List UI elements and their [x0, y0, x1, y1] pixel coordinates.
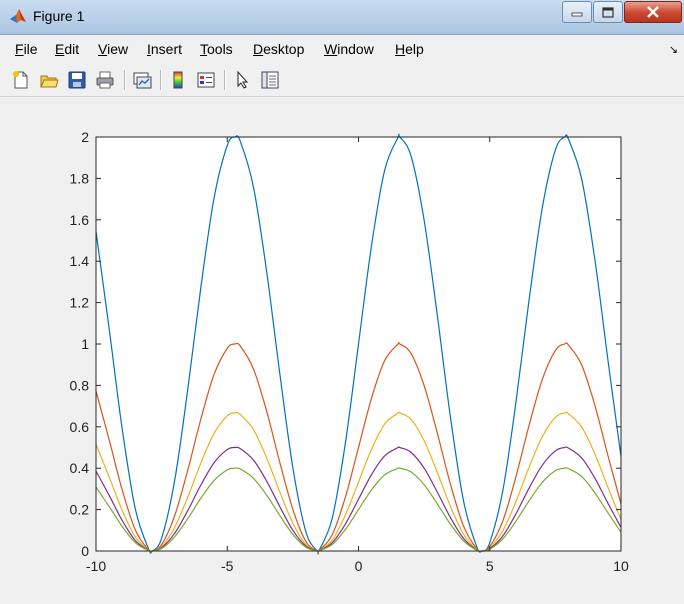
link-plot-icon[interactable]: [131, 69, 153, 91]
menu-desktop[interactable]: Desktop: [253, 41, 304, 57]
window-titlebar: Figure 1: [0, 0, 684, 35]
toolbar-separator: [124, 70, 126, 90]
maximize-icon: [602, 6, 614, 18]
property-inspector-icon[interactable]: [259, 69, 281, 91]
insert-colorbar-icon[interactable]: [167, 69, 189, 91]
matlab-logo-icon: [10, 9, 26, 23]
pointer-icon[interactable]: [231, 69, 253, 91]
figure-area: -10 -5 0 5 10 0 0.2 0.4 0.6 0.8 1 1.2 1.4 1.6 1.8 2: [0, 97, 684, 604]
figure-toolbar: [0, 64, 684, 97]
toolbar-separator: [160, 70, 162, 90]
toolbar-separator: [224, 70, 226, 90]
window-title: Figure 1: [33, 8, 85, 24]
dock-figure-icon[interactable]: ↘: [669, 43, 678, 56]
y-tick-label: 1.8: [70, 170, 90, 186]
close-icon: [647, 6, 659, 18]
x-tick-label: 0: [355, 558, 363, 574]
open-file-icon[interactable]: [38, 69, 60, 91]
y-tick-label: 2: [81, 129, 89, 145]
minimize-button[interactable]: [562, 1, 592, 23]
menu-window[interactable]: Window: [324, 41, 374, 57]
new-figure-icon[interactable]: [10, 69, 32, 91]
x-tick-label: 5: [486, 558, 494, 574]
close-button[interactable]: [624, 1, 682, 23]
y-tick-label: 0: [81, 543, 89, 559]
menu-tools[interactable]: Tools: [200, 41, 233, 57]
menu-insert[interactable]: Insert: [147, 41, 182, 57]
y-tick-label: 0.2: [70, 502, 90, 518]
menu-edit[interactable]: Edit: [55, 41, 79, 57]
y-tick-label: 0.6: [70, 419, 90, 435]
y-tick-label: 0.8: [70, 377, 90, 393]
y-tick-label: 1.6: [70, 212, 90, 228]
line-chart[interactable]: -10 -5 0 5 10 0 0.2 0.4 0.6 0.8 1 1.2 1.4 1.6 1.8 2: [0, 97, 684, 604]
save-icon[interactable]: [66, 69, 88, 91]
y-tick-label: 1: [81, 336, 89, 352]
menu-file[interactable]: File: [15, 41, 38, 57]
menu-help[interactable]: Help: [395, 41, 424, 57]
y-tick-label: 1.4: [70, 253, 90, 269]
menu-bar: File Edit View Insert Tools Desktop Wind…: [0, 35, 684, 63]
x-tick-label: -5: [221, 558, 234, 574]
print-icon[interactable]: [94, 69, 116, 91]
x-tick-label: 10: [613, 558, 629, 574]
insert-legend-icon[interactable]: [195, 69, 217, 91]
menu-view[interactable]: View: [98, 41, 128, 57]
y-tick-label: 1.2: [70, 295, 90, 311]
minimize-icon: [571, 12, 583, 17]
x-tick-label: -10: [86, 558, 106, 574]
maximize-button[interactable]: [593, 1, 623, 23]
y-tick-label: 0.4: [70, 460, 90, 476]
